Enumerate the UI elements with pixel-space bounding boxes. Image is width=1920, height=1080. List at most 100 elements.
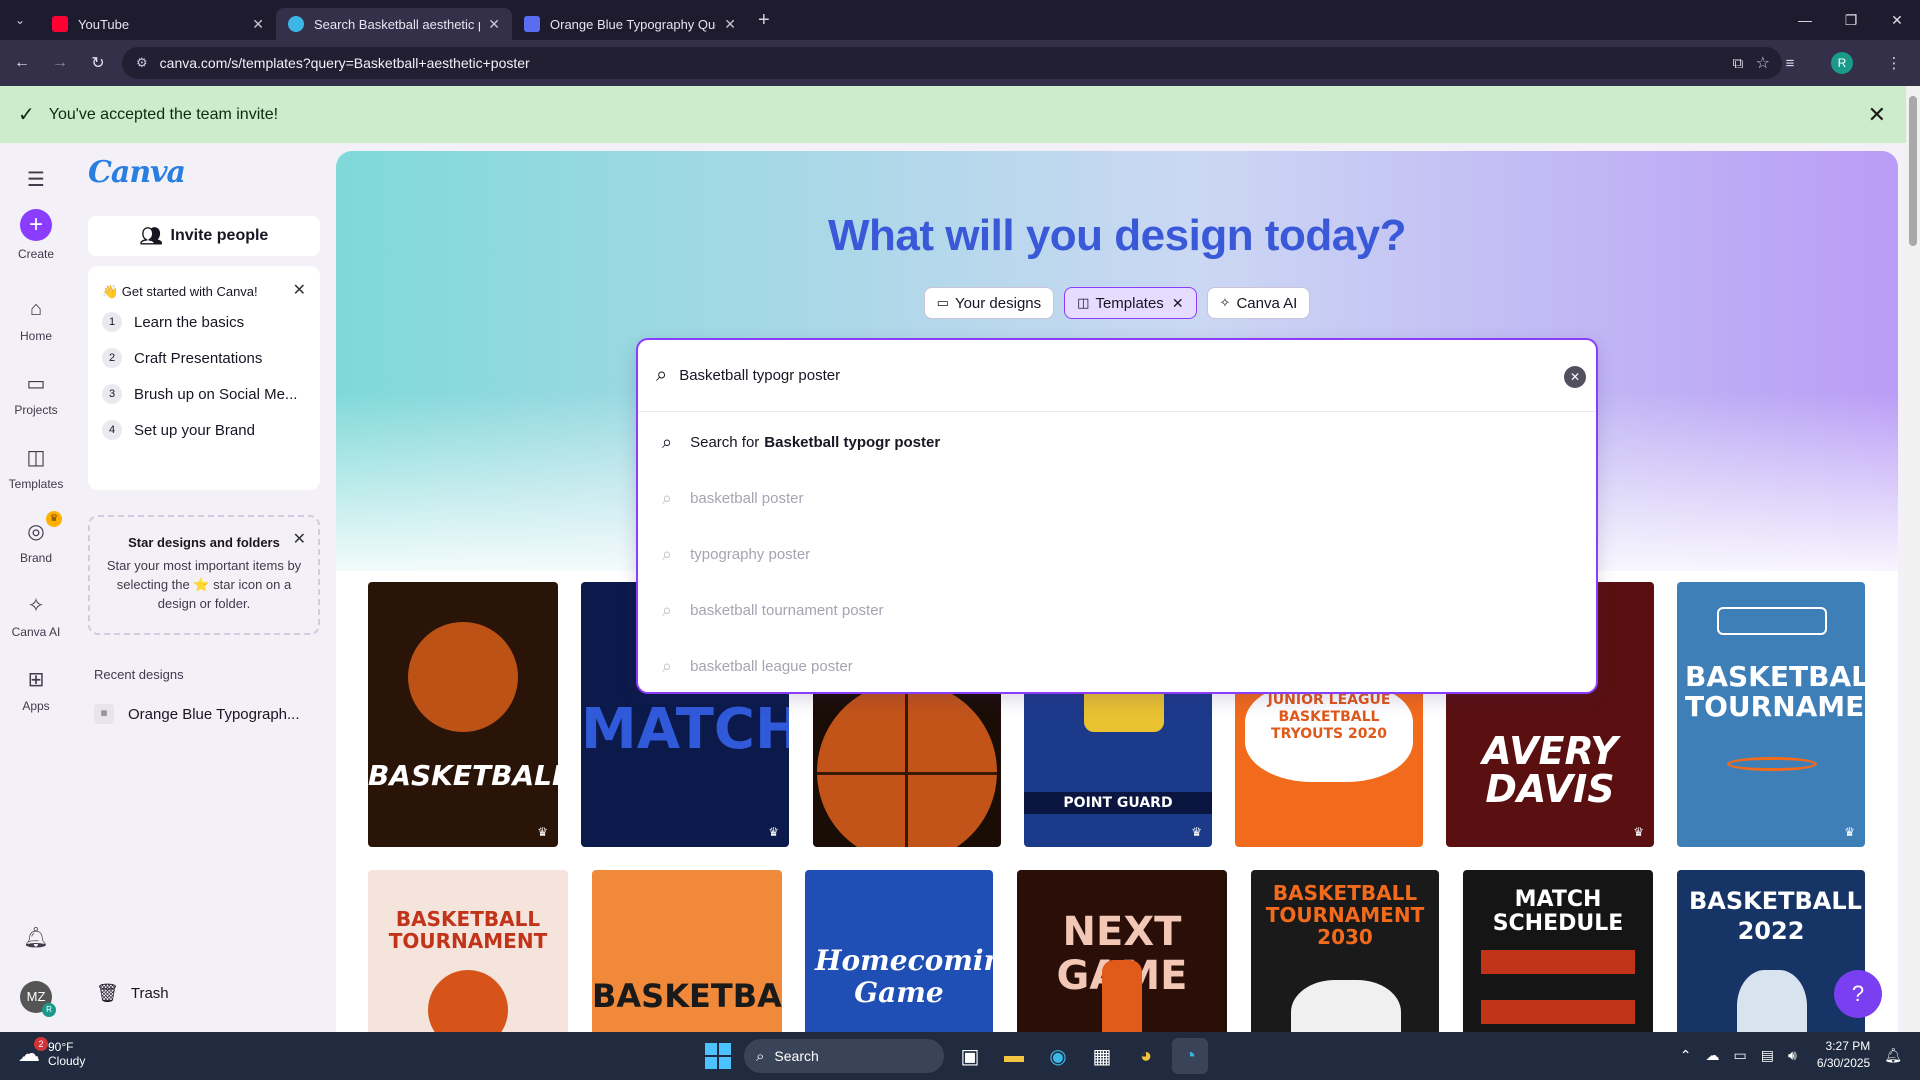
stars-body: Star your most important items by select… [106,558,302,611]
tab-search-icon[interactable]: ⌄ [0,0,40,40]
close-icon[interactable]: ✕ [293,280,306,300]
clock[interactable]: 3:27 PM 6/30/2025 [1817,1038,1870,1072]
close-tab-icon[interactable]: ✕ [252,16,264,33]
template-tile[interactable]: BASKETBALL ♛ [368,582,558,847]
profile-avatar[interactable]: R [1816,52,1868,74]
notification-bell-icon[interactable]: 🔔︎ [1884,1047,1902,1064]
invite-label: Invite people [170,227,269,244]
network-icon[interactable]: ▤ [1761,1047,1774,1064]
avatar-initials: MZ [26,989,46,1004]
close-notice-icon[interactable]: ✕ [1868,102,1886,128]
tab-canva-search[interactable]: Search Basketball aesthetic pos ✕ [276,8,512,40]
media-control-icon[interactable]: ≡ [1764,55,1816,72]
get-started-item[interactable]: 3 Brush up on Social Me... [102,384,314,404]
collapse-sidebar-button[interactable]: ☰ [0,165,72,199]
store-icon[interactable]: ▦ [1084,1038,1120,1074]
display-icon[interactable]: ▭ [1734,1047,1747,1064]
invite-people-button[interactable]: 👥︎ Invite people [88,216,320,256]
suggestion-query: Basketball typogr poster [764,434,941,451]
url-input[interactable]: ⚙ canva.com/s/templates?query=Basketball… [122,47,1782,79]
windows-start-icon[interactable] [700,1038,736,1074]
get-started-item[interactable]: 2 Craft Presentations [102,348,314,368]
search-suggestion[interactable]: ⌕ Search for Basketball typogr poster [662,432,940,453]
template-tile[interactable]: BASKETBALL TOURNAMENT [368,870,568,1041]
page-scrollbar[interactable] [1906,86,1920,1032]
templates-pill[interactable]: ◫ Templates ✕ [1064,287,1197,319]
tab-youtube[interactable]: YouTube ✕ [40,8,276,40]
youtube-favicon-icon [52,16,68,32]
template-tile[interactable]: MATCH SCHEDULE [1463,870,1653,1041]
search-icon: ⌕ [662,544,673,564]
step-label: Learn the basics [134,313,245,331]
canva-logo[interactable]: Canva [88,155,186,190]
template-tile[interactable]: BASKETBALL [592,870,782,1041]
rail-item-canva-ai[interactable]: ✧ Canva AI [0,591,72,640]
canva-ai-pill[interactable]: ✧ Canva AI [1206,287,1311,319]
your-designs-pill[interactable]: ▭ Your designs [923,287,1055,319]
search-icon: ⌕ [662,656,673,676]
page-title: What will you design today? [827,211,1407,260]
tile-text: Homecoming Game [815,944,993,1009]
get-started-item[interactable]: 1 Learn the basics [102,312,314,332]
search-icon: ⌕ [662,432,673,452]
search-icon: ⌕ [656,364,668,386]
star-designs-card: ✕ Star designs and folders Star your mos… [88,515,320,635]
extensions-icon[interactable]: ⧉ [1712,55,1764,72]
taskbar-search[interactable]: ⌕ Search [744,1039,944,1073]
rail-item-apps[interactable]: ⊞ Apps [0,665,72,714]
rail-item-templates[interactable]: ◫ Templates [0,443,72,492]
volume-icon[interactable]: 🔊︎ [1788,1047,1797,1064]
tile-text: MATCH SCHEDULE [1492,887,1624,936]
template-tile[interactable]: BASKETBALL TOURNAMENT 2030 [1251,870,1439,1041]
scrollbar-thumb[interactable] [1909,96,1917,246]
rail-item-brand[interactable]: ◎ ♛ Brand [0,511,72,565]
chrome-icon[interactable]: ◕ [1128,1038,1164,1074]
search-suggestion[interactable]: ⌕ basketball tournament poster [662,600,884,621]
user-avatar[interactable]: MZ R [20,981,56,1017]
new-tab-icon[interactable]: + [758,9,770,32]
trash-label: Trash [130,985,169,1002]
pill-label: Canva AI [1236,294,1298,312]
onedrive-icon[interactable]: ☁ [1706,1047,1720,1064]
forward-icon[interactable]: → [44,47,76,79]
browser-menu-icon[interactable]: ⋮ [1868,54,1920,72]
create-button[interactable]: + Create [0,209,72,261]
reload-icon[interactable]: ↻ [82,47,114,79]
crown-icon: ♛ [1633,825,1644,839]
back-icon[interactable]: ← [6,47,38,79]
template-tile[interactable]: BASKETBALL TOURNAMENT ♛ [1677,582,1865,847]
tab-title: Orange Blue Typography Quote [550,16,717,32]
trash-button[interactable]: 🗑︎ Trash [96,983,169,1004]
edge-icon[interactable]: ◉ [1040,1038,1076,1074]
weather-widget[interactable]: ☁ 2 90°F Cloudy [18,1037,85,1068]
template-tile[interactable]: NEXT GAME [1017,870,1227,1041]
close-tab-icon[interactable]: ✕ [488,16,500,33]
task-view-icon[interactable]: ▣ [952,1038,988,1074]
tab-orange-blue[interactable]: Orange Blue Typography Quote ✕ [512,8,748,40]
step-number: 3 [102,384,122,404]
get-started-item[interactable]: 4 Set up your Brand [102,420,314,440]
close-window-icon[interactable]: ✕ [1874,0,1920,40]
chevron-up-icon[interactable]: ⌃ [1680,1047,1692,1064]
site-info-icon[interactable]: ⚙ [136,55,148,71]
remove-filter-icon[interactable]: ✕ [1172,295,1184,312]
clear-search-icon[interactable]: ✕ [1564,366,1586,388]
help-button[interactable]: ? [1834,970,1882,1018]
rail-item-home[interactable]: ⌂ Home [0,295,72,344]
search-suggestion[interactable]: ⌕ basketball poster [662,488,804,509]
notifications-button[interactable]: 🔔︎ [0,923,72,957]
chrome-profile-icon[interactable]: ◔ [1172,1038,1208,1074]
search-suggestion[interactable]: ⌕ typography poster [662,544,810,565]
search-input[interactable]: ⌕ Basketball typogr poster ✕ [638,340,1596,412]
template-tile[interactable]: BASKETBALL 2022 [1677,870,1865,1041]
template-tile[interactable]: Homecoming Game [805,870,993,1041]
rail-item-projects[interactable]: ▭ Projects [0,369,72,418]
file-explorer-icon[interactable]: ▬ [996,1038,1032,1074]
close-tab-icon[interactable]: ✕ [724,16,736,33]
close-icon[interactable]: ✕ [293,529,306,549]
minimize-icon[interactable]: — [1782,0,1828,40]
restore-icon[interactable]: ❐ [1828,0,1874,40]
recent-design-item[interactable]: ▦ Orange Blue Typograph... [94,704,300,724]
tab-title: YouTube [78,16,130,32]
search-suggestion[interactable]: ⌕ basketball league poster [662,656,853,677]
